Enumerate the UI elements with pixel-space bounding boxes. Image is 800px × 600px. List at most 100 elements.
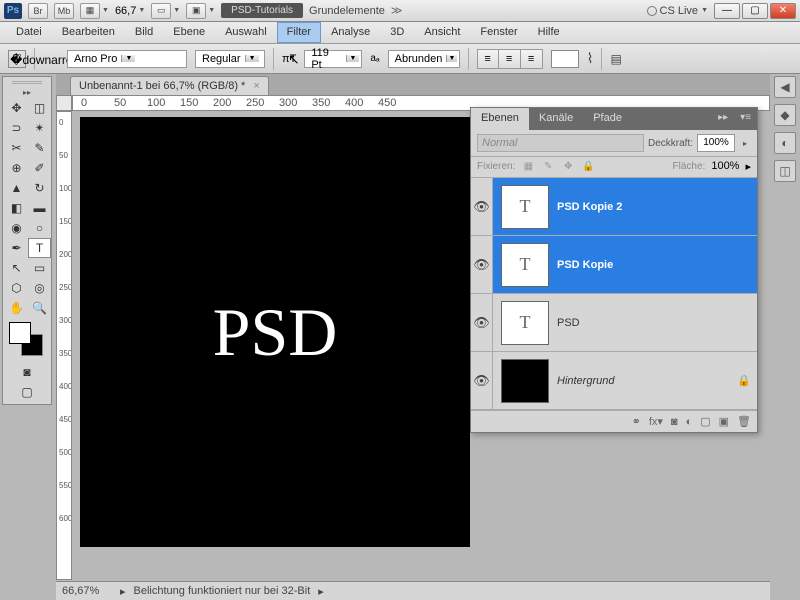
tab-ebenen[interactable]: Ebenen [471,108,529,130]
layer-row[interactable]: 👁TPSD Kopie [471,236,757,294]
status-nav-icon[interactable]: ▸ [120,585,126,598]
color-panel-icon[interactable]: ◆ [774,104,796,126]
expand-dock-button[interactable]: ◀ [774,76,796,98]
lock-all-icon[interactable]: 🔒 [581,159,595,173]
tab-kanaele[interactable]: Kanäle [529,108,583,130]
visibility-icon[interactable]: 👁 [471,236,493,293]
layer-name[interactable]: PSD [557,317,757,329]
link-layers-icon[interactable]: ⚭ [632,415,641,428]
path-select-tool[interactable]: ↖ [5,258,28,278]
lasso-tool[interactable]: ⊃ [5,118,28,138]
dodge-tool[interactable]: ○ [28,218,51,238]
opacity-input[interactable]: 100% [697,134,735,152]
align-center-button[interactable]: ≡ [499,49,521,69]
brush-tool[interactable]: ✐ [28,158,51,178]
gradient-tool[interactable]: ▬ [28,198,51,218]
canvas-text-layer[interactable]: PSD [213,293,338,372]
zoom-tool[interactable]: 🔍 [28,298,51,318]
foreground-swatch[interactable] [9,322,31,344]
layer-group-icon[interactable]: ▢ [700,415,710,428]
tab-pfade[interactable]: Pfade [583,108,632,130]
vertical-ruler[interactable]: 050100150200250300350400450500550600 [56,111,72,580]
crop-tool[interactable]: ✂ [5,138,28,158]
eraser-tool[interactable]: ◧ [5,198,28,218]
text-color-swatch[interactable] [551,50,579,68]
font-family-dropdown[interactable]: Arno Pro▼ [67,50,187,68]
layer-name[interactable]: PSD Kopie 2 [557,201,757,213]
workspace-label[interactable]: Grundelemente [309,5,385,17]
stamp-tool[interactable]: ▲ [5,178,28,198]
color-swatches[interactable] [5,318,49,362]
menu-datei[interactable]: Datei [6,22,52,43]
menu-3d[interactable]: 3D [380,22,414,43]
panel-grip[interactable] [5,79,49,87]
menu-analyse[interactable]: Analyse [321,22,380,43]
menu-filter[interactable]: Filter [277,22,321,43]
status-zoom[interactable]: 66,67% [62,585,112,597]
view-mode-dropdown[interactable]: ▦▼ [80,3,109,19]
minibridge-button[interactable]: Mb [54,3,74,19]
layer-style-icon[interactable]: fx▾ [649,415,663,428]
styles-panel-icon[interactable]: ◫ [774,160,796,182]
menu-fenster[interactable]: Fenster [470,22,527,43]
menu-ansicht[interactable]: Ansicht [414,22,470,43]
shape-tool[interactable]: ▭ [28,258,51,278]
adjustment-layer-icon[interactable]: ◐ [686,416,693,428]
pen-tool[interactable]: ✒ [5,238,28,258]
menu-bearbeiten[interactable]: Bearbeiten [52,22,125,43]
collapse-panel-button[interactable]: ▸▸ [712,108,734,130]
3d-camera-tool[interactable]: ◎ [28,278,51,298]
type-tool[interactable]: T [28,238,51,258]
status-menu-icon[interactable]: ▸ [318,585,324,598]
canvas[interactable]: PSD [80,117,470,547]
panel-menu-button[interactable]: ▾≡ [734,108,757,130]
antialias-dropdown[interactable]: Abrunden▼ [388,50,460,68]
screen-mode-dropdown[interactable]: ▣▼ [186,3,215,19]
workspace-button[interactable]: PSD-Tutorials [221,3,303,18]
visibility-icon[interactable]: 👁 [471,294,493,351]
menu-hilfe[interactable]: Hilfe [528,22,570,43]
align-left-button[interactable]: ≡ [477,49,499,69]
layer-row[interactable]: 👁T PSD [471,294,757,352]
3d-tool[interactable]: ⬡ [5,278,28,298]
menu-ebene[interactable]: Ebene [163,22,215,43]
menu-bild[interactable]: Bild [125,22,163,43]
screen-mode-button[interactable]: ▢ [5,382,49,402]
bridge-button[interactable]: Br [28,3,48,19]
opacity-slider-button[interactable]: ▸ [739,139,751,148]
quick-select-tool[interactable]: ✴ [28,118,51,138]
font-size-dropdown[interactable]: 119 Pt▼ [304,50,362,68]
text-orientation-button[interactable]: �downarrow;T [43,51,59,67]
eyedropper-tool[interactable]: ✎ [28,138,51,158]
layer-thumbnail[interactable]: T [501,301,549,345]
adjustments-panel-icon[interactable]: ◐ [774,132,796,154]
hand-tool[interactable]: ✋ [5,298,28,318]
minimize-button[interactable]: — [714,3,740,19]
layer-row[interactable]: 👁T PSD Kopie 2 [471,178,757,236]
cs-live-button[interactable]: CS Live▼ [647,5,708,17]
quick-mask-button[interactable]: ◙ [5,362,49,382]
character-panel-button[interactable]: ▤ [610,52,621,66]
close-tab-icon[interactable]: × [253,80,259,92]
ruler-origin[interactable] [56,95,72,111]
close-button[interactable]: ✕ [770,3,796,19]
lock-pixels-icon[interactable]: ✎ [541,159,555,173]
visibility-icon[interactable]: 👁 [471,178,493,235]
maximize-button[interactable]: ▢ [742,3,768,19]
layer-thumbnail[interactable]: T [501,185,549,229]
healing-tool[interactable]: ⊕ [5,158,28,178]
zoom-dropdown[interactable]: 66,7▼ [115,5,145,17]
warp-text-button[interactable]: ⌇ [587,50,594,67]
marquee-tool[interactable]: ◫ [28,98,51,118]
lock-transparent-icon[interactable]: ▦ [521,159,535,173]
document-tab[interactable]: Unbenannt-1 bei 66,7% (RGB/8) * × [70,76,269,95]
font-weight-dropdown[interactable]: Regular▼ [195,50,265,68]
layer-name[interactable]: Hintergrund [557,375,737,387]
blur-tool[interactable]: ◉ [5,218,28,238]
visibility-icon[interactable]: 👁 [471,352,493,409]
menu-auswahl[interactable]: Auswahl [215,22,277,43]
expand-tools-button[interactable]: ▸▸ [5,87,49,98]
align-right-button[interactable]: ≡ [521,49,543,69]
lock-position-icon[interactable]: ✥ [561,159,575,173]
fill-input[interactable]: 100% [711,160,739,172]
